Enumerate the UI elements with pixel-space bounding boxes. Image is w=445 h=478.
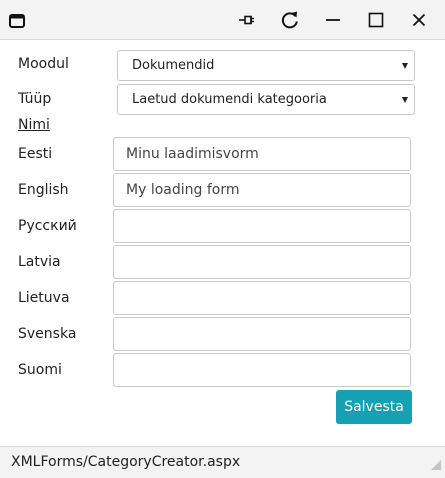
chevron-down-icon <box>402 62 408 69</box>
nimi-heading: Nimi <box>18 117 50 133</box>
name-input-eesti[interactable]: Minu laadimisvorm <box>113 137 411 171</box>
name-input-latvia[interactable] <box>113 245 411 279</box>
window-icon <box>9 13 25 28</box>
title-bar <box>0 0 445 40</box>
maximize-icon[interactable] <box>362 8 390 32</box>
name-input-english[interactable]: My loading form <box>113 173 411 207</box>
minimize-icon[interactable] <box>319 8 347 32</box>
field-label-english: English <box>18 182 69 198</box>
tyyp-label: Tüüp <box>18 91 52 107</box>
moodul-select[interactable]: Dokumendid <box>117 50 415 81</box>
chevron-down-icon <box>402 96 408 103</box>
field-label-suomi: Suomi <box>18 362 62 378</box>
refresh-icon[interactable] <box>276 8 304 32</box>
field-label-eesti: Eesti <box>18 146 53 162</box>
field-label-svenska: Svenska <box>18 326 77 342</box>
field-label-russian: Русский <box>18 218 77 234</box>
pin-icon[interactable] <box>233 8 261 32</box>
category-form: Moodul Dokumendid Tüüp Laetud dokumendi … <box>0 40 445 446</box>
name-input-lietuva[interactable] <box>113 281 411 315</box>
status-path: XMLForms/CategoryCreator.aspx <box>11 454 241 470</box>
name-input-suomi[interactable] <box>113 353 411 387</box>
close-icon[interactable] <box>405 8 433 32</box>
field-label-latvia: Latvia <box>18 254 61 270</box>
name-input-russian[interactable] <box>113 209 411 243</box>
name-input-svenska[interactable] <box>113 317 411 351</box>
moodul-select-value: Dokumendid <box>132 58 215 73</box>
status-bar: XMLForms/CategoryCreator.aspx <box>0 446 445 478</box>
save-button[interactable]: Salvesta <box>336 390 412 424</box>
field-label-lietuva: Lietuva <box>18 290 70 306</box>
moodul-label: Moodul <box>18 56 69 72</box>
tyyp-select-value: Laetud dokumendi kategooria <box>132 92 327 107</box>
resize-grip-icon[interactable] <box>431 455 441 474</box>
tyyp-select[interactable]: Laetud dokumendi kategooria <box>117 84 415 115</box>
